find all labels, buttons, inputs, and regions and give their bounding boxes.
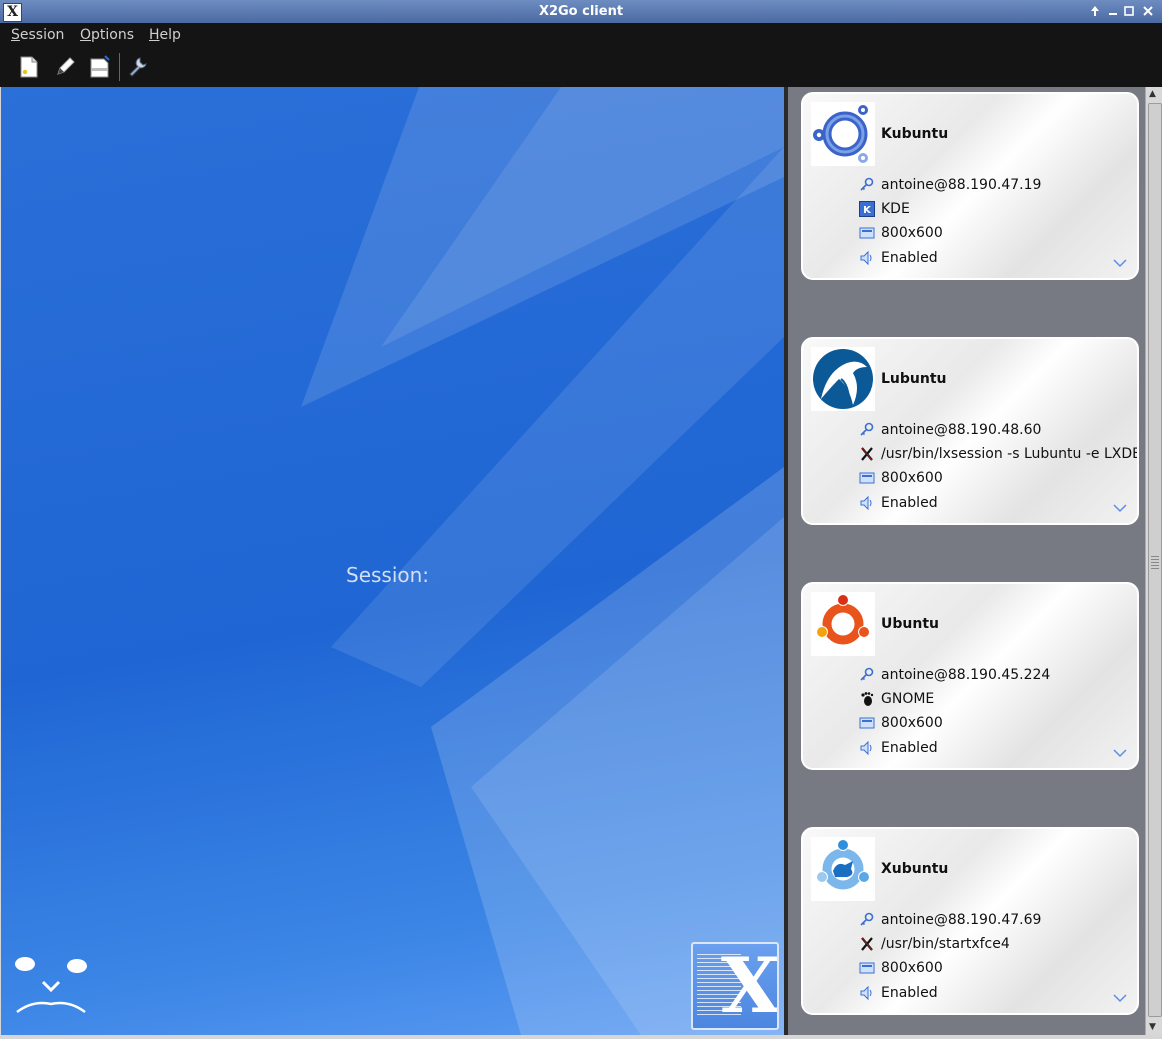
geometry-text: 800x600 [881,470,943,486]
connection-text: antoine@88.190.45.224 [881,667,1051,683]
connection-row: antoine@88.190.45.224 [859,666,1137,686]
keep-above-icon[interactable] [1087,3,1103,19]
geometry-row: 800x600 [859,224,1137,244]
settings-button[interactable] [126,55,150,79]
svg-text:K: K [863,205,872,216]
connection-text: antoine@88.190.47.69 [881,912,1042,928]
scroll-up-arrow[interactable]: ▲ [1149,89,1156,99]
command-row: /usr/bin/lxsession -s Lubuntu -e LXDE [859,445,1139,465]
session-name: Lubuntu [881,371,947,387]
kubuntu-logo-icon [811,102,875,166]
geometry-row: 800x600 [859,959,1137,979]
connection-row: antoine@88.190.48.60 [859,421,1137,441]
session-card-xubuntu[interactable]: Xubuntu antoine@88.190.47.69 /usr/bin/st… [801,827,1139,1015]
display-icon [859,472,875,484]
sound-row: Enabled [859,739,1137,759]
menu-bar: Session Options Help [0,23,1162,47]
geometry-text: 800x600 [881,960,943,976]
key-icon [860,177,874,191]
session-name: Kubuntu [881,126,949,142]
title-bar[interactable]: X X2Go client [0,0,1162,24]
geometry-row: 800x600 [859,714,1137,734]
scroll-down-arrow[interactable]: ▼ [1149,1022,1156,1032]
command-row: K KDE [859,200,1137,220]
session-card-lubuntu[interactable]: Lubuntu antoine@88.190.48.60 /usr/bin/lx… [801,337,1139,525]
kde-icon: K [859,201,875,217]
command-text: /usr/bin/startxfce4 [881,936,1010,952]
background-rays [301,87,784,1035]
x2go-panda-logo [15,957,87,1014]
toolbar-separator [119,53,120,81]
speaker-icon [860,250,872,266]
speaker-icon [860,985,872,1001]
close-icon[interactable] [1140,3,1156,19]
chevron-down-icon[interactable] [1113,748,1127,758]
command-row: /usr/bin/startxfce4 [859,935,1137,955]
geometry-text: 800x600 [881,225,943,241]
session-card-kubuntu[interactable]: Kubuntu antoine@88.190.47.19 K KDE 800x6… [801,92,1139,280]
command-row: GNOME [859,690,1137,710]
connection-row: antoine@88.190.47.69 [859,911,1137,931]
sound-text: Enabled [881,495,938,511]
chevron-down-icon[interactable] [1113,503,1127,513]
geometry-text: 800x600 [881,715,943,731]
window-title: X2Go client [538,4,624,19]
sound-row: Enabled [859,494,1137,514]
connection-row: antoine@88.190.47.19 [859,176,1137,196]
sound-text: Enabled [881,740,938,756]
command-text: KDE [881,201,910,217]
xubuntu-logo-icon [811,837,875,901]
maximize-icon[interactable] [1121,3,1137,19]
minimize-icon[interactable] [1105,3,1121,19]
toolbar [0,47,1162,87]
session-label: Session: [346,563,430,587]
x-window-logo: X [691,942,779,1030]
display-icon [859,227,875,239]
edit-session-icon [57,57,75,75]
command-text: /usr/bin/lxsession -s Lubuntu -e LXDE [881,446,1139,462]
display-icon [859,717,875,729]
scroll-handle[interactable] [1148,103,1162,1017]
ubuntu-logo-icon [811,592,875,656]
session-management-button[interactable] [88,55,112,79]
chevron-down-icon[interactable] [1113,258,1127,268]
sound-row: Enabled [859,249,1137,269]
geometry-row: 800x600 [859,469,1137,489]
connection-text: antoine@88.190.47.19 [881,177,1042,193]
lubuntu-logo-icon [811,347,875,411]
command-text: GNOME [881,691,935,707]
session-list-scrollbar[interactable]: ▲ ▼ [1145,87,1162,1035]
sound-text: Enabled [881,250,938,266]
session-desktop-area: Session: X [1,87,784,1035]
session-name: Ubuntu [881,616,939,632]
key-icon [860,912,874,926]
speaker-icon [860,495,872,511]
session-name: Xubuntu [881,861,949,877]
gnome-foot-icon [861,692,874,706]
x-command-icon [861,937,873,951]
menu-options[interactable]: Options [80,26,134,44]
sound-row: Enabled [859,984,1137,1004]
session-card-ubuntu[interactable]: Ubuntu antoine@88.190.45.224 GNOME 800x6… [801,582,1139,770]
speaker-icon [860,740,872,756]
chevron-down-icon[interactable] [1113,993,1127,1003]
connection-text: antoine@88.190.48.60 [881,422,1042,438]
sound-text: Enabled [881,985,938,1001]
edit-session-button[interactable] [53,55,77,79]
session-management-icon [90,55,110,78]
x-command-icon [861,447,873,461]
new-session-button[interactable] [17,55,41,79]
settings-wrench-icon [129,57,147,77]
key-icon [860,667,874,681]
new-session-icon [20,56,38,78]
menu-help[interactable]: Help [149,26,181,44]
display-icon [859,962,875,974]
key-icon [860,422,874,436]
menu-session[interactable]: Session [11,26,64,44]
